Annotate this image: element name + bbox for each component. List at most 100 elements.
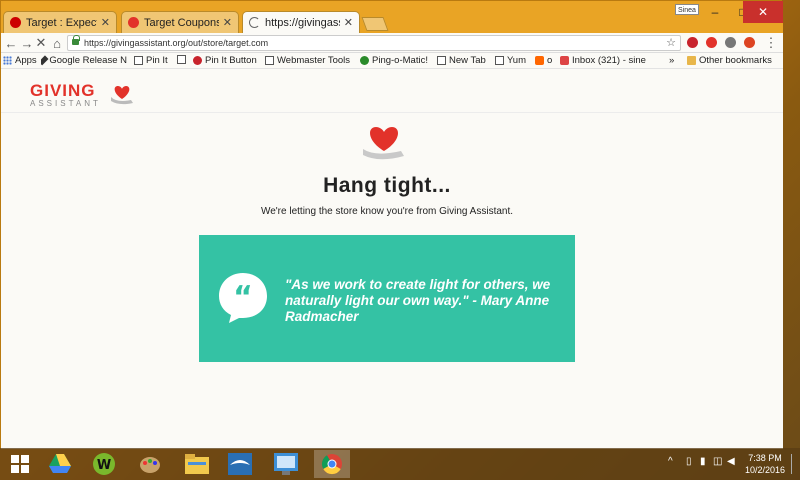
site-header: GIVING ASSISTANT — [1, 69, 783, 113]
bookmark-label: Inbox (321) - sine — [572, 55, 646, 66]
bookmark-label: Ping-o-Matic! — [372, 55, 428, 66]
bookmark-blank[interactable] — [177, 55, 189, 64]
page-icon — [177, 55, 186, 64]
bookmark-webmaster-tools[interactable]: Webmaster Tools — [265, 55, 351, 66]
pinterest-icon — [193, 56, 202, 65]
bookmark-ping-o-matic[interactable]: Ping-o-Matic! — [360, 55, 428, 66]
close-window-button[interactable]: ✕ — [743, 1, 783, 23]
folder-icon — [687, 56, 696, 65]
bookmark-new-tab[interactable]: New Tab — [437, 55, 486, 66]
tab-target-coupons[interactable]: Target Coupons: Ob ✕ — [121, 11, 239, 33]
page-icon — [134, 56, 143, 65]
page-icon — [437, 56, 446, 65]
bookmark-other-bookmarks[interactable]: Other bookmarks — [687, 55, 772, 66]
tab-title: Target Coupons: Ob — [144, 16, 219, 29]
blogger-icon — [535, 56, 544, 65]
svg-text:W: W — [97, 458, 111, 473]
tab-close-icon[interactable]: ✕ — [101, 16, 110, 29]
bookmark-label: o — [547, 55, 553, 66]
bookmark-blogger[interactable]: o — [535, 55, 552, 66]
quote-text: "As we work to create light for others, … — [285, 277, 551, 324]
bookmark-apps[interactable]: Apps — [3, 55, 37, 66]
new-tab-button[interactable] — [361, 17, 389, 31]
tab-title: https://givingassista — [265, 16, 340, 29]
bookmark-label: Other bookmarks — [699, 55, 772, 66]
loading-spinner-icon — [249, 17, 260, 28]
minimize-button[interactable]: – — [701, 1, 729, 23]
profile-button[interactable]: Sinea — [675, 4, 699, 15]
bookmark-star-icon[interactable]: ☆ — [666, 36, 676, 50]
bookmark-google-release[interactable]: Google Release N — [41, 55, 127, 66]
giving-assistant-extension-icon[interactable] — [706, 37, 717, 48]
bookmark-yum[interactable]: Yum — [495, 55, 526, 66]
chrome-taskbar-button[interactable] — [314, 450, 350, 478]
tab-close-icon[interactable]: ✕ — [223, 16, 232, 29]
svg-text:“: “ — [233, 280, 253, 315]
w-app-icon[interactable]: W — [92, 452, 116, 476]
bookmark-label: Yum — [507, 55, 527, 66]
back-button[interactable]: ← — [3, 35, 19, 51]
tab-strip: Target : Expect More ✕ Target Coupons: O… — [1, 1, 783, 33]
bookmarklet-icon — [41, 55, 49, 66]
menu-icon[interactable]: ⋮ — [763, 35, 779, 51]
ping-icon — [360, 56, 369, 65]
bookmark-label: Webmaster Tools — [277, 55, 351, 66]
bookmark-pin-it[interactable]: Pin It — [134, 55, 168, 66]
extension-icon[interactable] — [744, 37, 755, 48]
bookmark-label: Pin It Button — [205, 55, 257, 66]
tab-target-expect-more[interactable]: Target : Expect More ✕ — [3, 11, 117, 33]
page-content: GIVING ASSISTANT Hang tight... We're let… — [1, 69, 783, 449]
file-explorer-icon[interactable] — [185, 452, 209, 476]
extension-icon[interactable] — [725, 37, 736, 48]
stop-loading-button[interactable]: ✕ — [33, 35, 49, 51]
thunderbird-bird-icon[interactable] — [228, 452, 252, 476]
clock-date: 10/2/2016 — [744, 465, 786, 475]
battery-icon[interactable]: ▮ — [700, 456, 706, 467]
device-tray-icon[interactable]: ▯ — [686, 456, 692, 467]
paint-palette-icon[interactable] — [138, 452, 162, 476]
address-bar[interactable]: https://givingassistant.org/out/store/ta… — [67, 35, 681, 51]
apps-grid-icon — [3, 56, 12, 65]
google-drive-icon[interactable] — [48, 452, 72, 476]
pinterest-extension-icon[interactable] — [687, 37, 698, 48]
tab-giving-assistant-active[interactable]: https://givingassista ✕ — [242, 11, 360, 33]
clock-time: 7:38 PM — [748, 453, 782, 463]
chrome-icon — [321, 454, 342, 475]
logo-wordmark[interactable]: GIVING — [30, 81, 96, 101]
bookmarks-overflow-button[interactable]: » — [669, 55, 674, 66]
windows-logo-icon — [11, 455, 29, 473]
bookmark-label: » — [669, 55, 675, 66]
browser-toolbar: ← → ✕ ⌂ https://givingassistant.org/out/… — [1, 33, 783, 53]
bookmarks-bar: Apps Google Release N Pin It Pin It Butt… — [1, 53, 783, 69]
page-subtitle: We're letting the store know you're from… — [260, 206, 514, 217]
page-title: Hang tight... — [323, 174, 451, 197]
show-hidden-icons-button[interactable]: ^ — [668, 456, 673, 467]
show-desktop-button[interactable] — [791, 454, 799, 474]
volume-icon[interactable]: ◀ — [727, 456, 735, 467]
bookmark-pin-it-button[interactable]: Pin It Button — [193, 55, 257, 66]
browser-window: Target : Expect More ✕ Target Coupons: O… — [0, 0, 783, 449]
page-icon — [265, 56, 274, 65]
bookmark-label: Pin It — [146, 55, 168, 66]
tab-close-icon[interactable]: ✕ — [344, 16, 353, 29]
url-text: https://givingassistant.org/out/store/ta… — [84, 38, 269, 48]
bookmark-inbox[interactable]: Inbox (321) - sine — [560, 55, 660, 66]
start-button[interactable] — [8, 452, 32, 476]
taskbar: W ^ ▯ ▮ ◫ ◀ 7:38 PM 10/2/2016 — [0, 448, 800, 480]
bookmark-label: Google Release N — [49, 55, 127, 66]
home-button[interactable]: ⌂ — [49, 35, 65, 51]
heart-hand-icon — [363, 127, 404, 160]
page-icon — [495, 56, 504, 65]
bookmark-label: Apps — [15, 55, 37, 66]
lock-icon — [72, 35, 80, 45]
logo-subtitle: ASSISTANT — [30, 99, 101, 108]
bookmark-label: New Tab — [449, 55, 486, 66]
system-clock[interactable]: 7:38 PM 10/2/2016 — [740, 452, 790, 476]
giving-assistant-favicon-icon — [128, 17, 139, 28]
quote-card: “ "As we work to create light for others… — [199, 235, 575, 362]
target-favicon-icon — [10, 17, 21, 28]
control-panel-icon[interactable] — [274, 452, 298, 476]
network-icon[interactable]: ◫ — [713, 456, 722, 467]
logo-heart-hand-icon — [111, 86, 133, 105]
tab-title: Target : Expect More — [26, 16, 97, 29]
